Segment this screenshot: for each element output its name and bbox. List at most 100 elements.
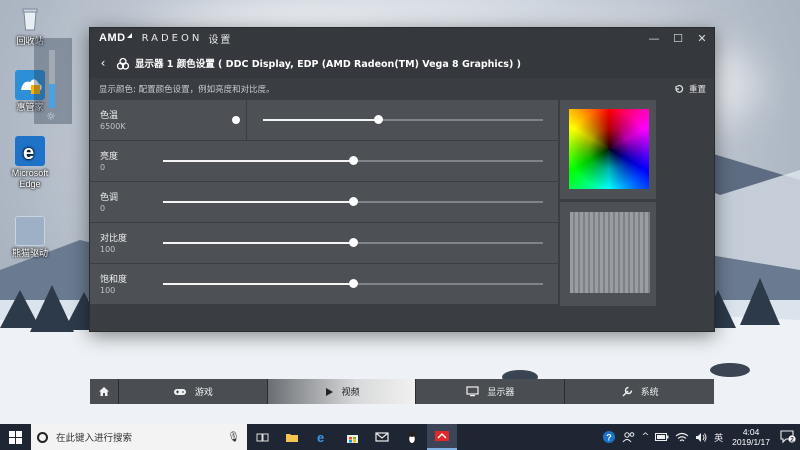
page-title: 显示器 1 颜色设置 ( DDC Display, EDP (AMD Radeo… — [135, 59, 521, 70]
taskbar-penguin-app[interactable] — [397, 424, 427, 450]
setting-label: 色调 — [100, 193, 119, 203]
title-bar[interactable]: AMD RADEON 设置 — ☐ ✕ — [90, 28, 714, 48]
slider-fill — [163, 283, 353, 285]
clock-date: 2019/1/17 — [732, 437, 770, 447]
setting-value: 100 — [100, 245, 116, 254]
battery-icon — [655, 433, 669, 441]
color-wheel-box — [560, 100, 656, 199]
close-button[interactable]: ✕ — [690, 28, 714, 48]
taskbar-amd-radeon[interactable] — [427, 424, 457, 450]
setting-label: 亮度 — [100, 152, 119, 162]
microphone-icon[interactable]: 🎙 — [227, 432, 240, 443]
brightness-flyout[interactable]: ☼ — [34, 38, 72, 124]
help-button[interactable]: ? — [599, 424, 619, 450]
start-button[interactable] — [0, 424, 31, 450]
windows-logo-icon — [9, 430, 22, 444]
slider-fill — [263, 119, 378, 121]
setting-label: 饱和度 — [100, 275, 128, 285]
desktop-icon-driver[interactable]: 熊猫驱动 — [4, 216, 56, 259]
clock-time: 4:04 — [742, 427, 760, 437]
minimize-button[interactable]: — — [642, 28, 666, 48]
brightness-fill — [49, 84, 55, 108]
setting-row-saturation: 饱和度 100 — [90, 264, 558, 304]
slider-thumb[interactable] — [349, 279, 358, 288]
task-view-icon — [256, 433, 268, 441]
radeon-title: RADEON — [141, 32, 203, 44]
settings-title: 设置 — [208, 34, 233, 46]
back-button[interactable]: ‹ — [96, 56, 110, 70]
desktop-icon-label: Microsoft Edge — [11, 168, 49, 189]
setting-value: 6500K — [100, 122, 126, 131]
radeon-settings-window: AMD RADEON 设置 — ☐ ✕ ‹ 显示器 1 颜色设置 ( DDC D… — [89, 27, 715, 404]
slider-fill — [163, 160, 353, 162]
tab-display[interactable]: 显示器 — [416, 379, 566, 404]
custom-temperature-toggle[interactable] — [232, 116, 240, 124]
taskbar-edge[interactable]: e — [307, 424, 337, 450]
folder-icon — [286, 433, 298, 442]
saturation-slider[interactable] — [163, 279, 543, 288]
input-language-indicator[interactable]: 英 — [711, 424, 726, 450]
setting-value: 100 — [100, 286, 116, 295]
test-pattern-preview — [570, 212, 650, 293]
volume-control[interactable] — [692, 424, 711, 450]
edge-icon: e — [317, 430, 324, 444]
tab-label: 视频 — [341, 388, 360, 398]
desktop-icon-label: 熊猫驱动 — [11, 248, 48, 258]
penguin-icon — [407, 431, 417, 444]
home-icon — [98, 387, 109, 396]
tab-label: 系统 — [640, 388, 659, 398]
tab-label: 显示器 — [487, 388, 515, 398]
tab-label: 游戏 — [194, 388, 213, 398]
brightness-slider[interactable] — [163, 156, 543, 165]
setting-row-brightness: 亮度 0 — [90, 141, 558, 181]
monitor-icon — [466, 386, 479, 397]
maximize-button[interactable]: ☐ — [666, 28, 690, 48]
tab-system[interactable]: 系统 — [565, 379, 715, 404]
chevron-up-icon: ^ — [641, 432, 650, 442]
wrench-icon — [622, 386, 632, 396]
battery-status[interactable] — [652, 424, 672, 450]
color-temperature-slider[interactable] — [263, 115, 543, 124]
slider-thumb[interactable] — [349, 156, 358, 165]
setting-value: 0 — [100, 163, 106, 172]
taskbar-mail[interactable] — [367, 424, 397, 450]
show-hidden-icons[interactable]: ^ — [639, 424, 653, 450]
reset-label: 重置 — [688, 85, 706, 95]
row-divider — [246, 100, 247, 140]
network-status[interactable] — [672, 424, 692, 450]
reset-button[interactable]: 重置 — [674, 83, 706, 95]
store-icon — [346, 434, 358, 443]
test-pattern-box — [560, 202, 656, 306]
reset-icon — [675, 85, 684, 93]
setting-row-contrast: 对比度 100 — [90, 223, 558, 263]
bottom-tab-bar: 游戏 视频 显示器 系统 — [90, 379, 715, 404]
display-color-icon — [116, 56, 130, 70]
play-icon — [325, 387, 333, 396]
tab-home[interactable] — [90, 379, 119, 404]
wifi-icon — [675, 432, 689, 441]
setting-value: 0 — [100, 204, 106, 213]
setting-row-hue: 色调 0 — [90, 182, 558, 222]
task-view-button[interactable] — [247, 424, 277, 450]
desktop-icon-edge[interactable]: e Microsoft Edge — [4, 136, 56, 190]
slider-thumb[interactable] — [373, 115, 383, 124]
sun-icon: ☼ — [46, 110, 56, 123]
people-button[interactable] — [619, 424, 639, 450]
action-center-button[interactable]: 2 — [776, 424, 800, 450]
svg-text:e: e — [317, 430, 324, 444]
slider-thumb[interactable] — [349, 238, 358, 247]
setting-label: 色温 — [100, 111, 119, 121]
tab-gaming[interactable]: 游戏 — [118, 379, 268, 404]
hue-slider[interactable] — [163, 197, 543, 206]
taskbar-clock[interactable]: 4:04 2019/1/17 — [726, 427, 776, 447]
notification-count: 2 — [790, 437, 794, 444]
driver-icon — [15, 216, 45, 246]
taskbar-store[interactable] — [337, 424, 367, 450]
slider-thumb[interactable] — [349, 197, 358, 206]
people-icon — [622, 432, 634, 443]
tab-video[interactable]: 视频 — [267, 379, 417, 404]
mail-icon — [375, 432, 389, 442]
taskbar-file-explorer[interactable] — [277, 424, 307, 450]
contrast-slider[interactable] — [163, 238, 543, 247]
taskbar-search-box[interactable]: 在此键入进行搜索 🎙 — [31, 424, 247, 450]
